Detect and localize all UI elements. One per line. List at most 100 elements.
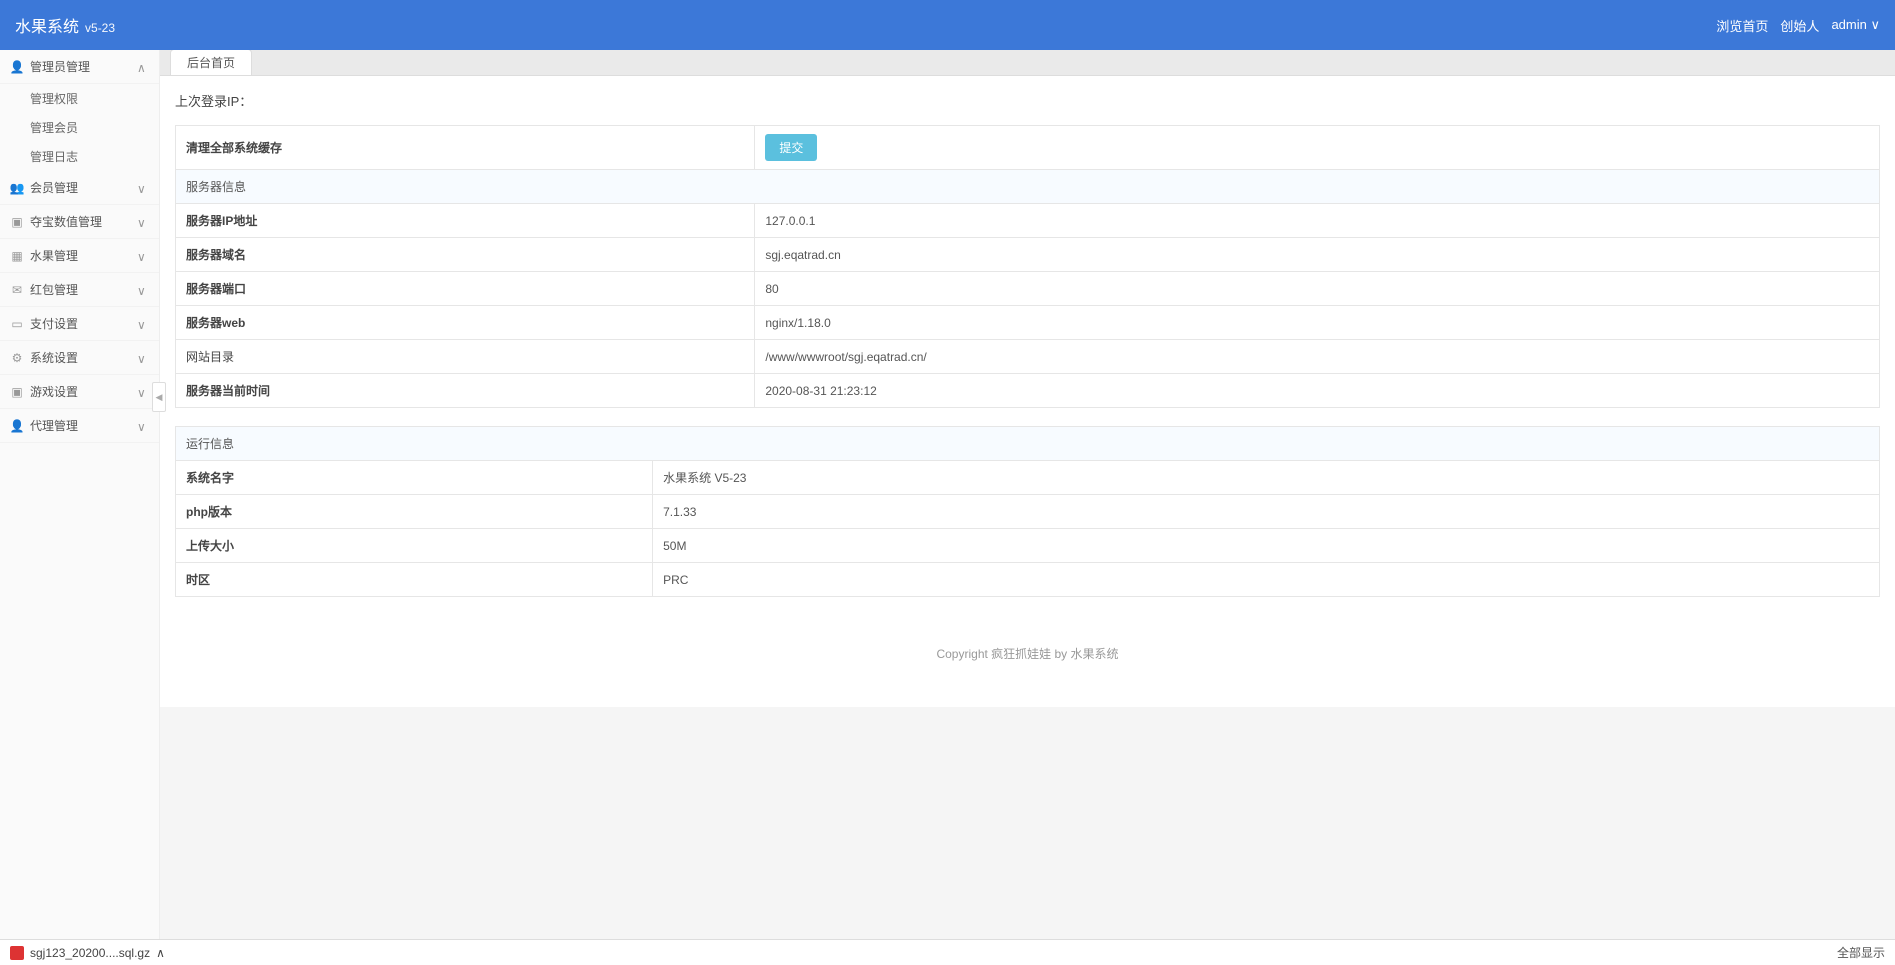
show-all-downloads[interactable]: 全部显示 [1837, 944, 1885, 961]
chevron-down-icon: ∨ [137, 284, 149, 296]
runtime-info-table: 运行信息 系统名字水果系统 V5-23 php版本7.1.33 上传大小50M … [175, 426, 1880, 597]
download-filename: sgj123_20200....sql.gz [30, 946, 150, 960]
chevron-up-icon: ∧ [156, 946, 165, 960]
table-row: 上传大小50M [176, 529, 1880, 563]
php-ver-key: php版本 [176, 495, 653, 529]
runtime-info-title: 运行信息 [176, 427, 1880, 461]
table-row: 服务器当前时间2020-08-31 21:23:12 [176, 374, 1880, 408]
sidebar-item-agent[interactable]: 👤 代理管理 ∨ [0, 409, 159, 443]
chevron-down-icon: ∨ [137, 420, 149, 432]
sidebar-sub-members[interactable]: 管理会员 [0, 113, 159, 142]
chevron-up-icon: ∧ [137, 61, 149, 73]
sidebar-item-members[interactable]: 👥 会员管理 ∨ [0, 171, 159, 205]
users-icon: 👥 [10, 181, 24, 195]
founder-label: 创始人 [1780, 16, 1819, 35]
table-row: 服务器IP地址127.0.0.1 [176, 204, 1880, 238]
sidebar-item-label: 支付设置 [30, 315, 137, 332]
upload-size-val: 50M [653, 529, 1880, 563]
sidebar: 👤 管理员管理 ∧ 管理权限 管理会员 管理日志 👥 会员管理 ∨ ▣ 夺宝数值… [0, 50, 160, 939]
agent-icon: 👤 [10, 419, 24, 433]
table-row: 系统名字水果系统 V5-23 [176, 461, 1880, 495]
server-port-key: 服务器端口 [176, 272, 755, 306]
sidebar-item-payment[interactable]: ▭ 支付设置 ∨ [0, 307, 159, 341]
sidebar-item-game[interactable]: ▣ 游戏设置 ∨ [0, 375, 159, 409]
table-row: 服务器端口80 [176, 272, 1880, 306]
clear-cache-label: 清理全部系统缓存 [176, 126, 755, 170]
server-info-title: 服务器信息 [176, 170, 1880, 204]
sidebar-item-fruit[interactable]: ▦ 水果管理 ∨ [0, 239, 159, 273]
card-icon: ▭ [10, 317, 24, 331]
tab-strip: 后台首页 [160, 50, 1895, 76]
browse-home-link[interactable]: 浏览首页 [1716, 16, 1768, 35]
last-login-ip: 上次登录IP： [175, 91, 1880, 110]
server-time-val: 2020-08-31 21:23:12 [755, 374, 1880, 408]
server-domain-val: sgj.eqatrad.cn [755, 238, 1880, 272]
clear-cache-row: 清理全部系统缓存 提交 [176, 126, 1880, 170]
grid-icon: ▦ [10, 249, 24, 263]
chevron-down-icon: ∨ [137, 318, 149, 330]
top-bar: 水果系统 v5-23 浏览首页 创始人 admin ∨ [0, 0, 1895, 50]
clear-cache-cell: 提交 [755, 126, 1880, 170]
site-dir-val: /www/wwwroot/sgj.eqatrad.cn/ [755, 340, 1880, 374]
tab-dashboard[interactable]: 后台首页 [170, 50, 252, 75]
server-info-table: 清理全部系统缓存 提交 服务器信息 服务器IP地址127.0.0.1 服务器域名… [175, 125, 1880, 408]
table-row: 服务器webnginx/1.18.0 [176, 306, 1880, 340]
server-ip-key: 服务器IP地址 [176, 204, 755, 238]
server-domain-key: 服务器域名 [176, 238, 755, 272]
layout: 👤 管理员管理 ∧ 管理权限 管理会员 管理日志 👥 会员管理 ∨ ▣ 夺宝数值… [0, 50, 1895, 939]
sidebar-item-label: 会员管理 [30, 179, 137, 196]
sidebar-item-system[interactable]: ⚙ 系统设置 ∨ [0, 341, 159, 375]
content-area: 后台首页 上次登录IP： 清理全部系统缓存 提交 服务器信息 服务器IP地址12… [160, 50, 1895, 939]
sidebar-item-label: 夺宝数值管理 [30, 213, 137, 230]
download-bar: sgj123_20200....sql.gz ∧ 全部显示 [0, 939, 1895, 965]
envelope-icon: ✉ [10, 283, 24, 297]
chevron-down-icon: ∨ [1870, 17, 1880, 32]
server-web-val: nginx/1.18.0 [755, 306, 1880, 340]
sidebar-item-label: 管理员管理 [30, 58, 137, 75]
chevron-down-icon: ∨ [137, 352, 149, 364]
php-ver-val: 7.1.33 [653, 495, 1880, 529]
sidebar-item-redpacket[interactable]: ✉ 红包管理 ∨ [0, 273, 159, 307]
user-menu[interactable]: admin ∨ [1831, 17, 1880, 33]
sidebar-item-treasure[interactable]: ▣ 夺宝数值管理 ∨ [0, 205, 159, 239]
sidebar-sub-permissions[interactable]: 管理权限 [0, 84, 159, 113]
sys-name-key: 系统名字 [176, 461, 653, 495]
server-web-key: 服务器web [176, 306, 755, 340]
server-port-val: 80 [755, 272, 1880, 306]
sys-name-val: 水果系统 V5-23 [653, 461, 1880, 495]
sidebar-item-label: 游戏设置 [30, 383, 137, 400]
table-row: 服务器域名sgj.eqatrad.cn [176, 238, 1880, 272]
sidebar-sub-logs[interactable]: 管理日志 [0, 142, 159, 171]
chevron-down-icon: ∨ [137, 182, 149, 194]
sidebar-item-label: 水果管理 [30, 247, 137, 264]
user-name: admin [1831, 17, 1866, 32]
chevron-down-icon: ∨ [137, 250, 149, 262]
sidebar-collapse-handle[interactable]: ◀ [152, 382, 166, 412]
page-body: 上次登录IP： 清理全部系统缓存 提交 服务器信息 服务器IP地址127.0.0… [160, 76, 1895, 707]
box-icon: ▣ [10, 215, 24, 229]
upload-size-key: 上传大小 [176, 529, 653, 563]
user-icon: 👤 [10, 60, 24, 74]
chevron-down-icon: ∨ [137, 216, 149, 228]
server-ip-val: 127.0.0.1 [755, 204, 1880, 238]
chevron-down-icon: ∨ [137, 386, 149, 398]
sidebar-item-admin[interactable]: 👤 管理员管理 ∧ [0, 50, 159, 84]
app-version: v5-23 [85, 21, 115, 35]
submit-button[interactable]: 提交 [765, 134, 817, 161]
sidebar-item-label: 红包管理 [30, 281, 137, 298]
timezone-val: PRC [653, 563, 1880, 597]
copyright-text: Copyright 疯狂抓娃娃 by 水果系统 [175, 615, 1880, 692]
table-row: php版本7.1.33 [176, 495, 1880, 529]
table-row: 时区PRC [176, 563, 1880, 597]
table-row: 网站目录/www/wwwroot/sgj.eqatrad.cn/ [176, 340, 1880, 374]
download-item[interactable]: sgj123_20200....sql.gz ∧ [10, 946, 165, 960]
server-time-key: 服务器当前时间 [176, 374, 755, 408]
app-title: 水果系统 [15, 13, 79, 37]
sidebar-item-label: 代理管理 [30, 417, 137, 434]
sidebar-item-label: 系统设置 [30, 349, 137, 366]
game-icon: ▣ [10, 385, 24, 399]
site-dir-key: 网站目录 [176, 340, 755, 374]
archive-icon [10, 946, 24, 960]
top-right-nav: 浏览首页 创始人 admin ∨ [1716, 16, 1880, 35]
timezone-key: 时区 [176, 563, 653, 597]
